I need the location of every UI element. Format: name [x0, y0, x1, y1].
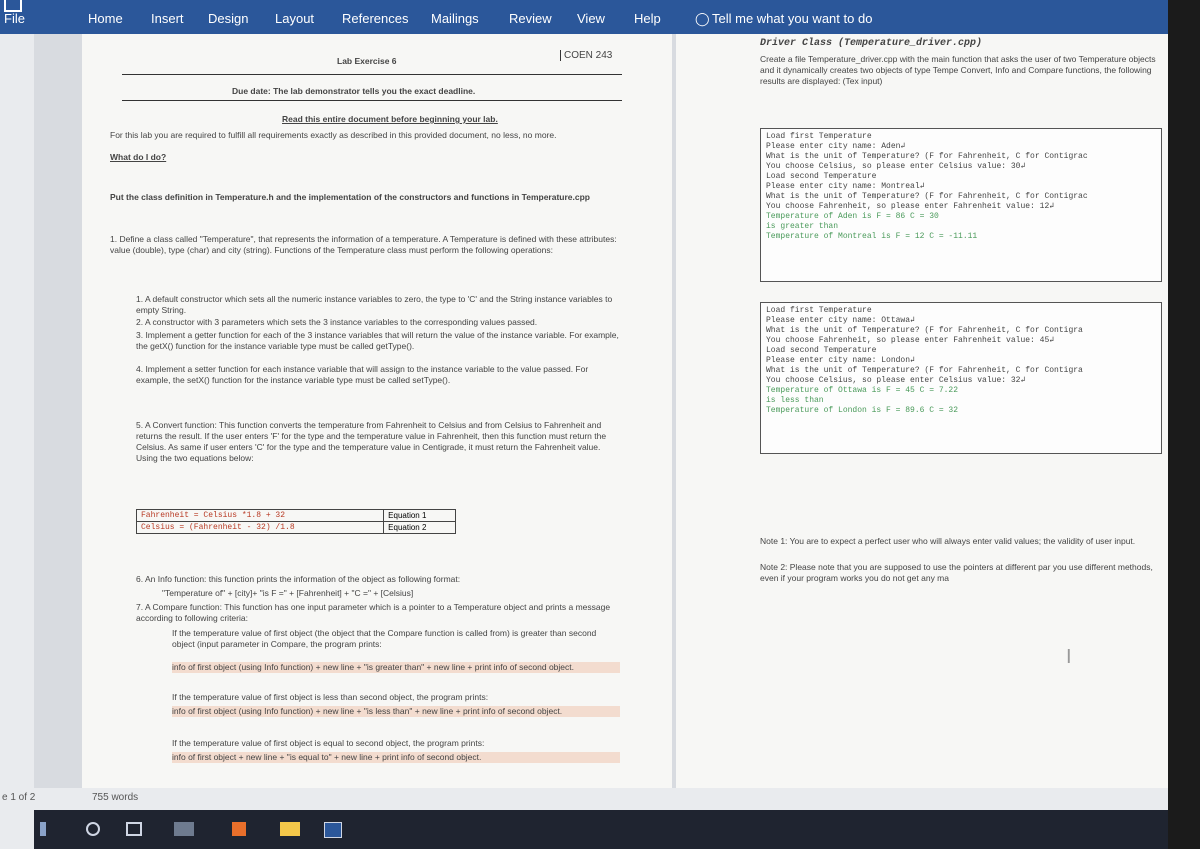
console-line: What is the unit of Temperature? (F for …	[766, 326, 1083, 335]
list-item-6: 6. An Info function: this function print…	[136, 574, 461, 584]
console-line: Load first Temperature	[766, 132, 872, 141]
console-line: is greater than	[766, 222, 839, 231]
console-line: Temperature of Montreal is F = 12 C = -1…	[766, 232, 978, 241]
list-item-5: 5. A Convert function: This function con…	[136, 420, 607, 463]
header-course: COEN 243	[560, 50, 612, 61]
equation-table: Fahrenheit = Celsius *1.8 + 32 Equation …	[135, 509, 456, 534]
driver-class-title: Driver Class (Temperature_driver.cpp)	[760, 38, 983, 49]
criteria-3-output: info of first object + new line + "is eq…	[172, 752, 620, 763]
word-window: File Home Insert Design Layout Reference…	[0, 0, 1168, 849]
tab-insert[interactable]: Insert	[151, 11, 184, 26]
task-view-icon[interactable]	[126, 822, 142, 836]
console-line: Temperature of London is F = 89.6 C = 32	[766, 406, 959, 415]
tab-file[interactable]: File	[4, 11, 25, 26]
intro-text: For this lab you are required to fulfill…	[110, 130, 557, 140]
console-line: is less than	[766, 396, 824, 405]
tab-layout[interactable]: Layout	[275, 11, 314, 26]
app-icon[interactable]	[174, 822, 194, 836]
note-2: Note 2: Please note that you are suppose…	[760, 562, 1153, 583]
header-lab-title: Lab Exercise 6	[337, 56, 397, 66]
document-area: Lab Exercise 6 COEN 243 Due date: The la…	[34, 34, 1168, 788]
console-line: Temperature of Ottawa is F = 45 C = 7.22	[766, 386, 959, 395]
driver-description: Create a file Temperature_driver.cpp wit…	[760, 54, 1156, 86]
console-line: Please enter city name: Aden↲	[766, 142, 906, 151]
console-line: You choose Fahrenheit, so please enter F…	[766, 202, 1055, 211]
tab-review[interactable]: Review	[509, 11, 552, 26]
console-line: Temperature of Aden is F = 86 C = 30	[766, 212, 939, 221]
lightbulb-icon[interactable]: ◯	[695, 11, 710, 27]
console-line: What is the unit of Temperature? (F for …	[766, 192, 1088, 201]
search-icon[interactable]	[86, 822, 100, 836]
list-item-3: 3. Implement a getter function for each …	[136, 330, 619, 351]
word-count[interactable]: 755 words	[92, 792, 138, 803]
list-item-2: 2. A constructor with 3 parameters which…	[136, 317, 538, 327]
folder-icon[interactable]	[280, 822, 300, 836]
console-output-1: Load first Temperature Please enter city…	[760, 128, 1162, 282]
console-line: Load first Temperature	[766, 306, 872, 315]
equation-1-label: Equation 1	[383, 509, 456, 522]
define-class-text: 1. Define a class called "Temperature", …	[110, 234, 617, 255]
equation-2-formula: Celsius = (Fahrenheit - 32) /1.8	[135, 521, 385, 534]
console-line: Load second Temperature	[766, 172, 877, 181]
list-item-4: 4. Implement a setter function for each …	[136, 364, 589, 385]
list-item-7: 7. A Compare function: This function has…	[136, 602, 611, 623]
page-1: Lab Exercise 6 COEN 243 Due date: The la…	[82, 34, 672, 788]
page-2: Driver Class (Temperature_driver.cpp) Cr…	[676, 34, 1168, 788]
console-line: Load second Temperature	[766, 346, 877, 355]
console-line: Please enter city name: London↲	[766, 356, 915, 365]
taskbar	[34, 810, 1168, 849]
start-icon[interactable]	[40, 822, 46, 836]
tab-mailings[interactable]: Mailings	[431, 11, 479, 26]
console-line: Please enter city name: Montreal↲	[766, 182, 925, 191]
ribbon: File Home Insert Design Layout Reference…	[0, 0, 1168, 34]
equation-1-formula: Fahrenheit = Celsius *1.8 + 32	[135, 509, 385, 522]
tab-design[interactable]: Design	[208, 11, 248, 26]
console-line: What is the unit of Temperature? (F for …	[766, 152, 1088, 161]
tab-help[interactable]: Help	[634, 11, 661, 26]
info-format: "Temperature of" + [city]+ "is F =" + [F…	[162, 588, 414, 598]
read-notice: Read this entire document before beginni…	[282, 114, 498, 124]
console-line: You choose Fahrenheit, so please enter F…	[766, 336, 1055, 345]
criteria-1-output: info of first object (using Info functio…	[172, 662, 620, 673]
due-date: Due date: The lab demonstrator tells you…	[232, 86, 476, 96]
app-colorful-icon[interactable]	[232, 822, 246, 836]
console-output-2: Load first Temperature Please enter city…	[760, 302, 1162, 454]
console-line: You choose Celsius, so please enter Cels…	[766, 162, 1026, 171]
console-line: What is the unit of Temperature? (F for …	[766, 366, 1083, 375]
list-item-1: 1. A default constructor which sets all …	[136, 294, 613, 315]
criteria-2-output: info of first object (using Info functio…	[172, 706, 620, 717]
tab-home[interactable]: Home	[88, 11, 123, 26]
note-1: Note 1: You are to expect a perfect user…	[760, 536, 1136, 546]
status-bar: e 1 of 2 755 words	[0, 788, 1168, 810]
table-row: Fahrenheit = Celsius *1.8 + 32 Equation …	[135, 509, 456, 522]
table-row: Celsius = (Fahrenheit - 32) /1.8 Equatio…	[135, 521, 456, 534]
due-rule	[122, 100, 622, 101]
console-line: Please enter city name: Ottawa↲	[766, 316, 915, 325]
equation-2-label: Equation 2	[383, 521, 456, 534]
tell-me-search[interactable]: Tell me what you want to do	[712, 11, 872, 26]
header-rule	[122, 74, 622, 75]
put-class-text: Put the class definition in Temperature.…	[110, 192, 590, 202]
what-do-i-do: What do I do?	[110, 152, 167, 162]
tab-references[interactable]: References	[342, 11, 408, 26]
text-cursor-icon: I	[1066, 646, 1072, 668]
tab-view[interactable]: View	[577, 11, 605, 26]
page-count[interactable]: e 1 of 2	[2, 792, 35, 803]
criteria-1: If the temperature value of first object…	[172, 628, 597, 649]
console-line: You choose Celsius, so please enter Cels…	[766, 376, 1026, 385]
criteria-2: If the temperature value of first object…	[172, 692, 489, 702]
word-icon[interactable]	[324, 822, 342, 838]
criteria-3: If the temperature value of first object…	[172, 738, 485, 748]
